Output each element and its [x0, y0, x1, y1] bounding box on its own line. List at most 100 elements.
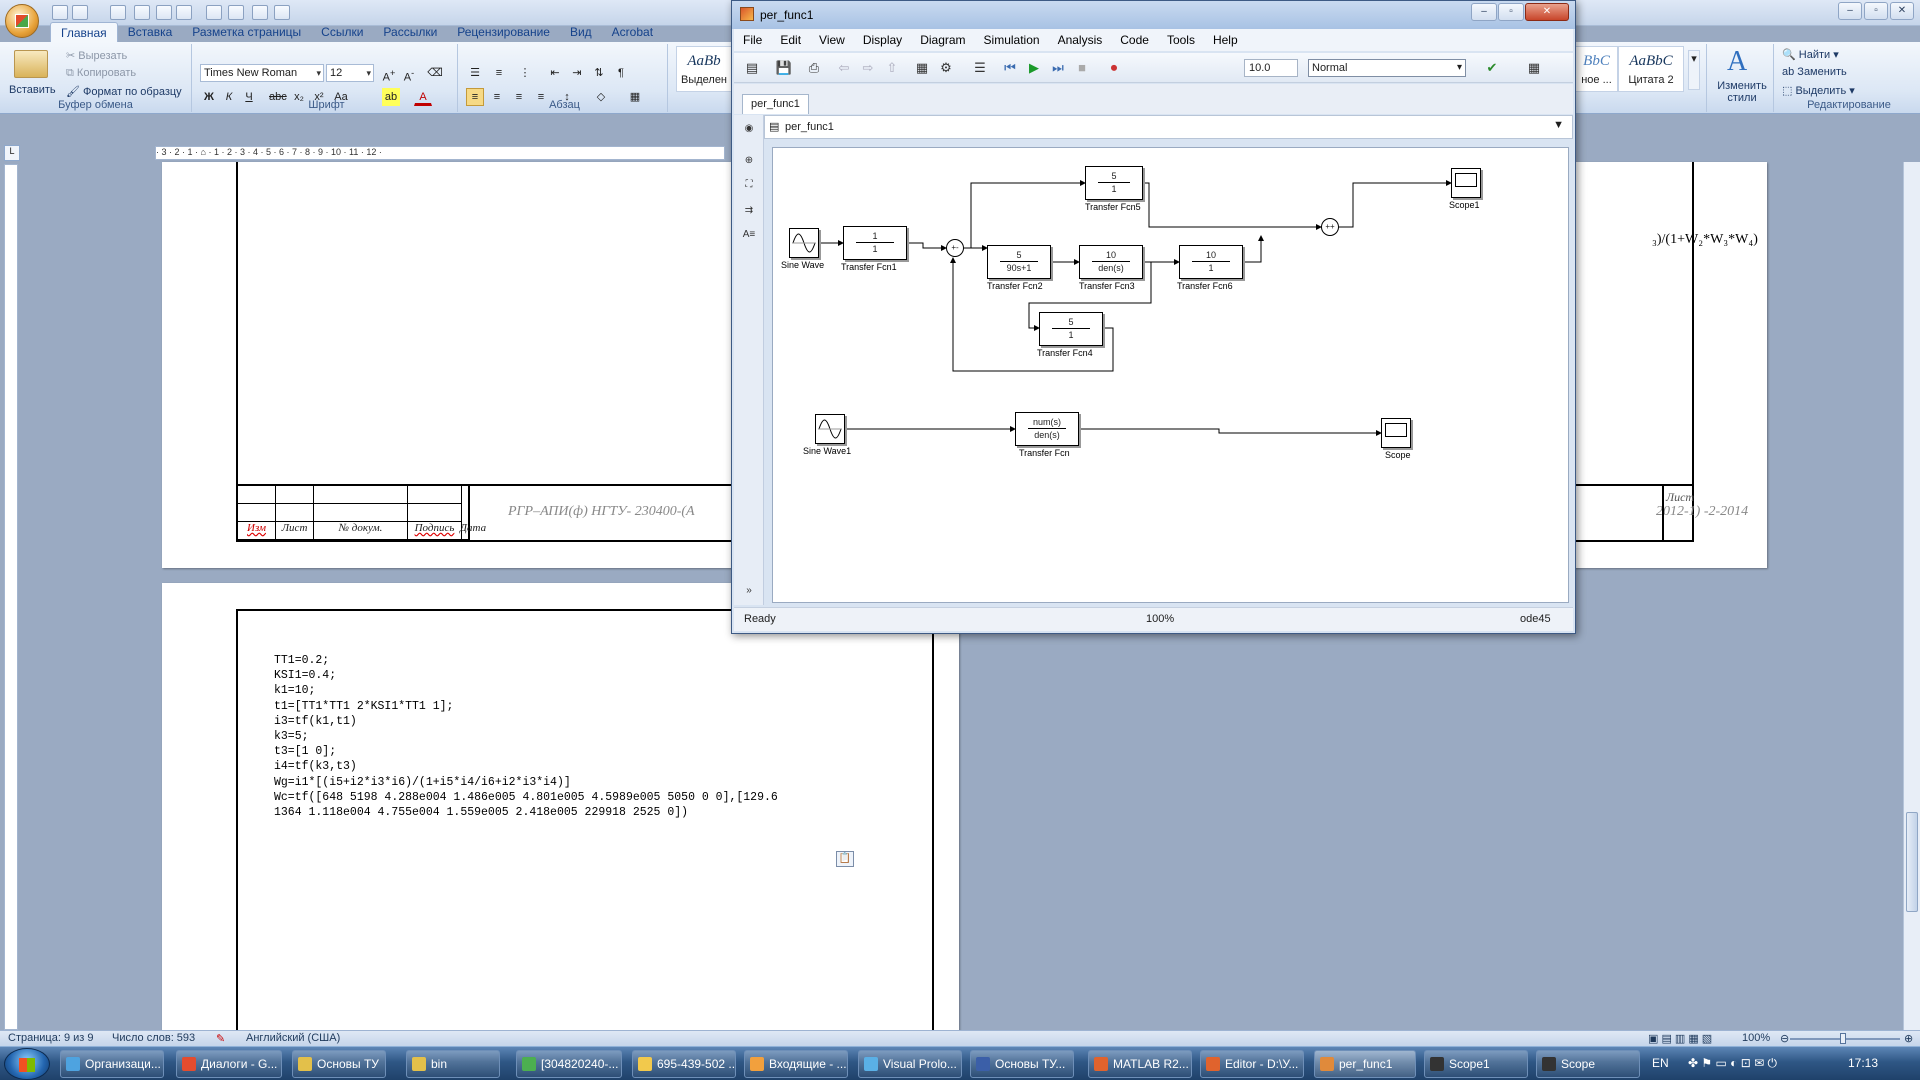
stop-icon[interactable]: ■	[1072, 58, 1092, 78]
tab-page-layout[interactable]: Разметка страницы	[182, 22, 311, 42]
menu-diagram[interactable]: Diagram	[911, 29, 974, 51]
preview-icon[interactable]	[252, 5, 268, 20]
model-config-icon[interactable]: ⚙	[936, 58, 956, 78]
menu-view[interactable]: View	[810, 29, 854, 51]
numbering-icon[interactable]: ≡	[490, 64, 508, 82]
shrink-font-icon[interactable]: A-	[400, 64, 418, 84]
language-indicator[interactable]: EN	[1652, 1056, 1669, 1070]
menu-help[interactable]: Help	[1204, 29, 1247, 51]
transfer-fcn6-block[interactable]: 10 1	[1179, 245, 1243, 279]
model-advisor-icon[interactable]: ✔	[1482, 58, 1502, 78]
styles-scroll[interactable]: ▾	[1688, 50, 1700, 90]
print-icon[interactable]	[206, 5, 222, 20]
step-forward-icon[interactable]: ⏭	[1048, 58, 1068, 78]
transfer-fcn5-block[interactable]: 51	[1085, 166, 1143, 200]
save-icon[interactable]: 💾	[774, 58, 794, 78]
scroll-thumb[interactable]	[1906, 812, 1918, 912]
font-name-select[interactable]: Times New Roman	[200, 64, 324, 82]
signal-line[interactable]	[1243, 235, 1264, 263]
step-back-icon[interactable]: ⏮	[1000, 58, 1020, 78]
clock[interactable]: 17:13	[1848, 1056, 1878, 1070]
find-button[interactable]: 🔍 Найти ▾	[1782, 48, 1839, 61]
style-partial[interactable]: BbC ное ...	[1576, 46, 1618, 92]
multilevel-list-icon[interactable]: ⋮	[516, 64, 534, 82]
horizontal-ruler[interactable]: · 3 · 2 · 1 · ⌂ · 1 · 2 · 3 · 4 · 5 · 6 …	[155, 146, 725, 160]
sort-icon[interactable]: ⇅	[590, 64, 608, 82]
taskbar-item[interactable]: [304820240-...	[516, 1050, 622, 1078]
close-button[interactable]: ✕	[1890, 2, 1914, 20]
vertical-ruler[interactable]	[4, 164, 18, 1030]
start-button[interactable]	[4, 1048, 50, 1080]
record-icon[interactable]: ⏺	[1104, 58, 1124, 78]
check-icon[interactable]	[274, 5, 290, 20]
taskbar-item[interactable]: Диалоги - G...	[176, 1050, 282, 1078]
tab-mailings[interactable]: Рассылки	[373, 22, 447, 42]
matlab-code-text[interactable]: TT1=0.2; KSI1=0.4; k1=10; t1=[TT1*TT1 2*…	[274, 653, 778, 820]
decrease-indent-icon[interactable]: ⇤	[546, 64, 564, 82]
menu-analysis[interactable]: Analysis	[1049, 29, 1112, 51]
undo-icon[interactable]	[72, 5, 88, 20]
print-icon[interactable]: ⎙	[804, 58, 824, 78]
spellcheck-icon[interactable]: ✎	[216, 1032, 225, 1045]
paste-icon[interactable]	[14, 50, 48, 78]
taskbar-item[interactable]: Scope	[1536, 1050, 1640, 1078]
document-page[interactable]: TT1=0.2; KSI1=0.4; k1=10; t1=[TT1*TT1 2*…	[162, 583, 959, 1033]
tab-view[interactable]: Вид	[560, 22, 602, 42]
pilcrow-icon[interactable]: ¶	[612, 64, 630, 82]
model-path[interactable]: per_func1	[785, 121, 834, 133]
change-styles-icon[interactable]: A	[1727, 46, 1747, 78]
tab-home[interactable]: Главная	[50, 22, 118, 42]
maximize-button[interactable]: ▫	[1498, 3, 1524, 21]
new-model-icon[interactable]: ▤	[742, 58, 762, 78]
copy-button[interactable]: ⧉ Копировать	[66, 67, 136, 80]
table-icon[interactable]	[228, 5, 244, 20]
vertical-scrollbar[interactable]	[1903, 162, 1920, 1030]
replace-button[interactable]: ab Заменить	[1782, 66, 1847, 78]
save-icon[interactable]	[52, 5, 68, 20]
taskbar-item[interactable]: 695-439-502 ...	[632, 1050, 736, 1078]
menu-simulation[interactable]: Simulation	[975, 29, 1049, 51]
tab-acrobat[interactable]: Acrobat	[602, 22, 663, 42]
run-icon[interactable]: ▶	[1024, 58, 1044, 78]
format-painter-button[interactable]: 🖌 Формат по образцу	[66, 85, 182, 98]
tab-insert[interactable]: Вставка	[118, 22, 183, 42]
menu-file[interactable]: File	[734, 29, 771, 51]
word-count[interactable]: Число слов: 593	[112, 1032, 195, 1044]
style-emphasis[interactable]: AaBb Выделен	[676, 46, 732, 92]
taskbar-item[interactable]: Входящие - ...	[744, 1050, 848, 1078]
font-size-select[interactable]: 12	[326, 64, 374, 82]
ruler-toggle-icon[interactable]: L	[4, 145, 20, 161]
close-button[interactable]: ✕	[1525, 3, 1569, 21]
build-icon[interactable]: ▦	[1524, 58, 1544, 78]
scope-block[interactable]	[1381, 418, 1411, 448]
zoom-out-icon[interactable]: ⊖	[1780, 1032, 1789, 1045]
menu-display[interactable]: Display	[854, 29, 911, 51]
cut-icon[interactable]	[134, 5, 150, 20]
arrow-icon[interactable]: ⇉	[740, 205, 758, 221]
minimize-button[interactable]: –	[1471, 3, 1497, 21]
zoom-in-icon[interactable]: ⊕	[1904, 1032, 1913, 1045]
taskbar-item[interactable]: Scope1	[1424, 1050, 1528, 1078]
paste-button[interactable]: Вставить	[9, 84, 56, 96]
increase-indent-icon[interactable]: ⇥	[568, 64, 586, 82]
language-indicator[interactable]: Английский (США)	[246, 1032, 340, 1044]
menu-edit[interactable]: Edit	[771, 29, 810, 51]
hide-browser-icon[interactable]: ◉	[740, 123, 758, 139]
bullets-icon[interactable]: ☰	[466, 64, 484, 82]
checkbox-icon[interactable]	[156, 5, 172, 20]
signal-line[interactable]	[1143, 182, 1322, 230]
select-button[interactable]: ⬚ Выделить ▾	[1782, 84, 1855, 97]
redo-icon[interactable]	[110, 5, 126, 20]
signal-line[interactable]	[1079, 428, 1382, 436]
tab-per-func1[interactable]: per_func1	[742, 94, 809, 114]
taskbar-item[interactable]: Editor - D:\У...	[1200, 1050, 1304, 1078]
transfer-fcn3-block[interactable]: 10 den(s)	[1079, 245, 1143, 279]
transfer-fcn2-block[interactable]: 5 90s+1	[987, 245, 1051, 279]
settings-icon[interactable]	[176, 5, 192, 20]
transfer-fcn-block[interactable]: num(s) den(s)	[1015, 412, 1079, 446]
office-button[interactable]	[5, 4, 39, 38]
solver-name[interactable]: ode45	[1520, 613, 1551, 625]
library-browser-icon[interactable]: ▦	[912, 58, 932, 78]
maximize-button[interactable]: ▫	[1864, 2, 1888, 20]
model-explorer-icon[interactable]: ☰	[970, 58, 990, 78]
